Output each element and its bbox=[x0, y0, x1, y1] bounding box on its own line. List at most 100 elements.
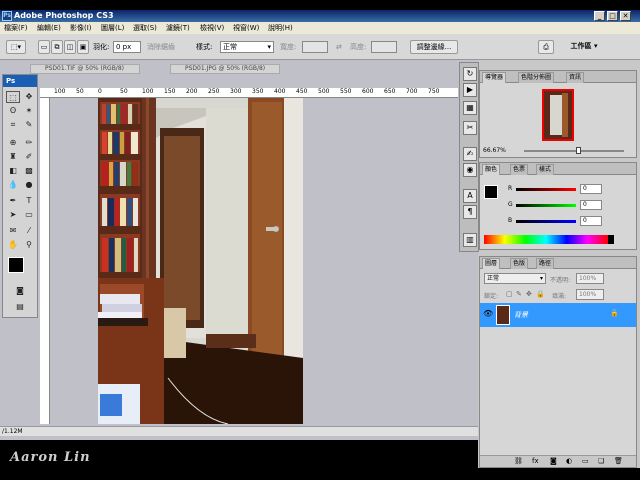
layer-row-background[interactable]: 👁 背景 🔒 bbox=[480, 303, 636, 327]
workspace-button[interactable]: 工作區 ▾ bbox=[562, 40, 606, 54]
actions-panel-icon[interactable]: ▶ bbox=[463, 83, 477, 97]
bridge-icon[interactable]: ⎙ bbox=[538, 40, 554, 54]
move-tool-icon[interactable]: ✥ bbox=[22, 91, 36, 103]
gradient-tool-icon[interactable]: ▩ bbox=[22, 165, 36, 177]
dodge-tool-icon[interactable]: ● bbox=[22, 179, 36, 191]
layer-visibility-eye-icon[interactable]: 👁 bbox=[483, 309, 493, 318]
swap-icon[interactable]: ⇄ bbox=[336, 42, 342, 52]
menu-window[interactable]: 視窗(W) bbox=[233, 22, 259, 34]
menu-layer[interactable]: 圖層(L) bbox=[101, 22, 124, 34]
brushes-panel-icon[interactable]: ✍ bbox=[463, 147, 477, 161]
color-ramp-black[interactable] bbox=[608, 235, 614, 244]
tool-presets-icon[interactable]: ✂ bbox=[463, 121, 477, 135]
height-input[interactable] bbox=[371, 41, 397, 53]
layer-mask-icon[interactable]: ◙ bbox=[550, 457, 557, 465]
navigator-zoom-handle[interactable] bbox=[576, 147, 581, 154]
intersect-selection-icon[interactable]: ▣ bbox=[77, 40, 89, 54]
lock-image-icon[interactable]: ✎ bbox=[516, 290, 522, 298]
link-layers-icon[interactable]: ⛓ bbox=[514, 457, 523, 465]
menu-filter[interactable]: 濾鏡(T) bbox=[166, 22, 190, 34]
lock-all-icon[interactable]: 🔒 bbox=[536, 290, 545, 298]
document-tab-tif[interactable]: PSD01.TIF @ 50% (RGB/8) bbox=[30, 64, 140, 74]
path-select-tool-icon[interactable]: ➤ bbox=[6, 209, 20, 221]
shape-tool-icon[interactable]: ▭ bbox=[22, 209, 36, 221]
b-input[interactable]: 0 bbox=[580, 216, 602, 226]
opacity-input[interactable]: 100% bbox=[576, 273, 604, 284]
g-input[interactable]: 0 bbox=[580, 200, 602, 210]
navigator-zoom-slider[interactable] bbox=[524, 150, 624, 152]
lock-transparent-icon[interactable]: ▢ bbox=[506, 290, 513, 298]
notes-tool-icon[interactable]: ✉ bbox=[6, 225, 20, 237]
delete-layer-icon[interactable]: 🗑 bbox=[614, 457, 623, 465]
menu-help[interactable]: 說明(H) bbox=[268, 22, 293, 34]
history-panel-icon[interactable]: ↻ bbox=[463, 67, 477, 81]
menu-file[interactable]: 檔案(F) bbox=[4, 22, 28, 34]
slice-tool-icon[interactable]: ✎ bbox=[22, 119, 36, 131]
antialias-checkbox[interactable]: 消除鋸齒 bbox=[147, 42, 175, 52]
tab-styles[interactable]: 樣式 bbox=[536, 164, 555, 175]
foreground-color-swatch[interactable] bbox=[8, 257, 24, 273]
add-selection-icon[interactable]: ⧉ bbox=[51, 40, 63, 54]
navigator-zoom-value[interactable]: 66.67% bbox=[483, 147, 506, 154]
fill-input[interactable]: 100% bbox=[576, 289, 604, 300]
tab-navigator[interactable]: 導覽器 bbox=[482, 72, 507, 83]
quick-mask-icon[interactable]: ◙ bbox=[13, 285, 27, 297]
blend-mode-select[interactable]: 正常 ▾ bbox=[484, 273, 546, 284]
width-input[interactable] bbox=[302, 41, 328, 53]
crop-tool-icon[interactable]: ⌗ bbox=[6, 119, 20, 131]
close-button[interactable]: ✕ bbox=[620, 11, 631, 21]
marquee-tool-icon[interactable]: ⬚ bbox=[6, 91, 20, 103]
screen-mode-icon[interactable]: ▤ bbox=[13, 301, 27, 313]
tab-swatches[interactable]: 色票 bbox=[510, 164, 529, 175]
tab-color[interactable]: 顏色 bbox=[482, 164, 501, 175]
tab-layers[interactable]: 圖層 bbox=[482, 258, 501, 269]
tab-histogram[interactable]: 色階分佈圖 bbox=[518, 72, 555, 83]
document-tab-jpg[interactable]: PSD01.JPG @ 50% (RGB/8) bbox=[170, 64, 280, 74]
style-select[interactable]: 正常 ▾ bbox=[220, 41, 274, 53]
type-tool-icon[interactable]: T bbox=[22, 195, 36, 207]
r-slider[interactable] bbox=[516, 188, 576, 191]
eyedropper-tool-icon[interactable]: ⁄ bbox=[22, 225, 36, 237]
layer-comps-icon[interactable]: ▦ bbox=[463, 101, 477, 115]
tab-info[interactable]: 資訊 bbox=[566, 72, 585, 83]
menu-select[interactable]: 選取(S) bbox=[133, 22, 157, 34]
g-slider[interactable] bbox=[516, 204, 576, 207]
clone-source-icon[interactable]: ◉ bbox=[463, 163, 477, 177]
maximize-button[interactable]: □ bbox=[607, 11, 618, 21]
tab-channels[interactable]: 色版 bbox=[510, 258, 529, 269]
magic-wand-tool-icon[interactable]: ✶ bbox=[22, 105, 36, 117]
adjustment-layer-icon[interactable]: ◐ bbox=[566, 457, 572, 465]
menu-image[interactable]: 影像(I) bbox=[70, 22, 92, 34]
histogram-panel-icon[interactable]: ▥ bbox=[463, 233, 477, 247]
layer-name[interactable]: 背景 bbox=[514, 310, 528, 320]
healing-tool-icon[interactable]: ⊕ bbox=[6, 137, 20, 149]
lasso-tool-icon[interactable]: ʘ bbox=[6, 105, 20, 117]
menu-edit[interactable]: 編輯(E) bbox=[37, 22, 61, 34]
navigator-thumbnail[interactable] bbox=[542, 89, 574, 141]
new-layer-icon[interactable]: ❏ bbox=[598, 457, 604, 465]
minimize-button[interactable]: _ bbox=[594, 11, 605, 21]
feather-input[interactable]: 0 px bbox=[113, 41, 141, 53]
b-slider[interactable] bbox=[516, 220, 576, 223]
zoom-tool-icon[interactable]: ⚲ bbox=[22, 239, 36, 251]
eraser-tool-icon[interactable]: ◧ bbox=[6, 165, 20, 177]
tab-paths[interactable]: 路徑 bbox=[536, 258, 555, 269]
character-panel-icon[interactable]: A bbox=[463, 189, 477, 203]
layer-style-icon[interactable]: fx bbox=[532, 457, 539, 465]
history-brush-tool-icon[interactable]: ✐ bbox=[22, 151, 36, 163]
new-selection-icon[interactable]: ▭ bbox=[38, 40, 50, 54]
color-fg-swatch[interactable] bbox=[484, 185, 498, 199]
stamp-tool-icon[interactable]: ♜ bbox=[6, 151, 20, 163]
blur-tool-icon[interactable]: 💧 bbox=[6, 179, 20, 191]
refine-edge-button[interactable]: 調整邊緣... bbox=[410, 40, 458, 54]
canvas-image[interactable] bbox=[98, 98, 303, 424]
hand-tool-icon[interactable]: ✋ bbox=[6, 239, 20, 251]
brush-tool-icon[interactable]: ✏ bbox=[22, 137, 36, 149]
marquee-preset-icon[interactable]: ⬚▾ bbox=[6, 40, 26, 54]
r-input[interactable]: 0 bbox=[580, 184, 602, 194]
menu-view[interactable]: 檢視(V) bbox=[200, 22, 224, 34]
pen-tool-icon[interactable]: ✒ bbox=[6, 195, 20, 207]
subtract-selection-icon[interactable]: ◫ bbox=[64, 40, 76, 54]
lock-position-icon[interactable]: ✥ bbox=[526, 290, 532, 298]
color-spectrum-ramp[interactable] bbox=[484, 235, 608, 244]
